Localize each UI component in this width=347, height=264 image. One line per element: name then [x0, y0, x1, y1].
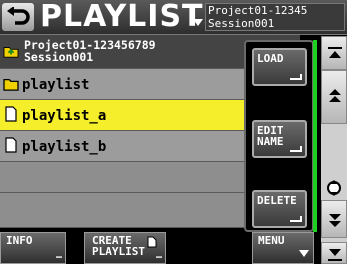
- title-dropdown-icon[interactable]: [193, 19, 203, 26]
- scroll-bottom-button[interactable]: [321, 242, 347, 264]
- document-icon: [5, 137, 17, 153]
- enter-corner-icon: [290, 74, 302, 80]
- enter-corner-icon: [290, 146, 302, 152]
- project-name: Project01-12345: [208, 4, 308, 17]
- scroll-top-button[interactable]: [321, 36, 347, 70]
- scroll-thumb-icon[interactable]: [326, 180, 342, 196]
- scroll-bottom-icon: [328, 249, 342, 261]
- delete-button[interactable]: DELETE: [252, 190, 307, 228]
- folder-up-icon: [3, 47, 19, 58]
- scrollbar[interactable]: [321, 36, 347, 264]
- folder-icon: [3, 78, 19, 91]
- create-playlist-button[interactable]: CREATE PLAYLIST …: [84, 232, 166, 264]
- list-item-label: playlist: [22, 77, 90, 93]
- footer-bar: INFO … CREATE PLAYLIST … MENU: [0, 232, 321, 264]
- playlist-screen: PLAYLIST Project01-12345 Session001 Proj…: [0, 0, 347, 264]
- popup-menu: LOAD EDIT NAME DELETE: [244, 40, 314, 232]
- session-name: Session001: [208, 17, 275, 30]
- header-bar: PLAYLIST Project01-12345 Session001: [0, 0, 347, 35]
- new-document-icon: [147, 236, 157, 248]
- more-icon: …: [155, 250, 162, 261]
- scroll-up-icon: [329, 89, 341, 102]
- back-button[interactable]: [2, 3, 34, 31]
- menu-button[interactable]: MENU: [252, 232, 314, 264]
- load-button[interactable]: LOAD: [252, 48, 307, 86]
- back-arrow-icon: [7, 7, 30, 25]
- document-icon: [5, 106, 17, 122]
- scroll-up-button[interactable]: [321, 70, 347, 124]
- enter-corner-icon: [290, 216, 302, 222]
- scroll-down-icon: [329, 214, 341, 227]
- scroll-top-icon: [328, 47, 342, 58]
- project-info: Project01-12345 Session001: [205, 3, 345, 31]
- parent-label: Project01-123456789 Session001: [24, 38, 156, 64]
- list-item-label: playlist_a: [22, 108, 107, 124]
- list-item-label: playlist_b: [22, 139, 107, 155]
- page-title: PLAYLIST: [40, 0, 204, 34]
- more-icon: …: [55, 250, 62, 261]
- info-button[interactable]: INFO …: [0, 232, 66, 264]
- edit-name-button[interactable]: EDIT NAME: [252, 120, 307, 158]
- selection-indicator: [313, 40, 317, 232]
- scroll-down-button[interactable]: [321, 200, 347, 238]
- menu-dropdown-icon: [299, 250, 309, 257]
